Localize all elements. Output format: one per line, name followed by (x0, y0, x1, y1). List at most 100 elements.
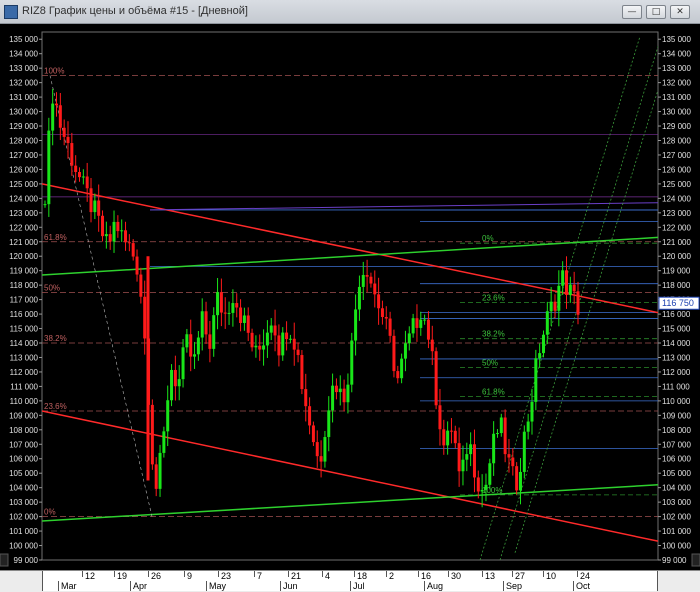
y-tick-label-left: 101 000 (9, 527, 38, 536)
time-label-month: Apr (133, 581, 148, 591)
candle-up (492, 433, 496, 464)
y-tick-label-right: 99 000 (662, 556, 687, 565)
candle-down (85, 176, 89, 189)
candle-up (43, 204, 47, 206)
y-tick-label-right: 109 000 (662, 411, 691, 420)
candle-down (250, 332, 254, 348)
candle-down (150, 404, 154, 465)
candle-up (242, 315, 246, 323)
y-tick-label-right: 135 000 (662, 35, 691, 44)
y-tick-label-left: 119 000 (10, 267, 39, 276)
y-tick-label-right: 106 000 (662, 455, 691, 464)
candle-down (304, 389, 308, 407)
minimize-button[interactable]: — (622, 5, 642, 19)
time-label-day: 30 (451, 571, 462, 581)
y-tick-label-left: 110 000 (10, 397, 39, 406)
chart-frame[interactable]: 99 000 99 000 100 000 100 000 101 000 101 000… (0, 24, 700, 570)
candle-up (561, 270, 565, 286)
y-tick-label-left: 102 000 (9, 513, 38, 522)
candle-up (262, 345, 266, 350)
candle-down (572, 284, 576, 292)
time-axis-track: 12 19 26 9 23 7 21 4 18 2 16 30 13 27 10 24 Mar Apr May Jun… (42, 571, 658, 591)
candle-down (515, 466, 519, 491)
candle-up (338, 388, 342, 393)
y-tick-label-right: 111 000 (662, 382, 690, 391)
candle-down (388, 318, 392, 336)
candle-down (442, 429, 446, 446)
candle-up (346, 384, 350, 403)
y-tick-label-right: 100 000 (662, 542, 691, 551)
candle-up (327, 410, 331, 438)
plot-area (41, 31, 659, 561)
time-tick (254, 571, 255, 577)
time-label-day: 12 (85, 571, 96, 581)
candle-down (89, 188, 93, 213)
candle-up (522, 431, 526, 472)
candle-up (323, 437, 327, 462)
time-label-month: Sep (506, 581, 523, 591)
close-button[interactable]: ✕ (670, 5, 690, 19)
y-tick-label-right: 105 000 (662, 469, 691, 478)
candle-down (208, 334, 212, 349)
time-label-month: Jul (353, 581, 365, 591)
restore-button[interactable]: □ (646, 5, 666, 19)
candle-down (258, 345, 262, 350)
y-tick-label-right: 129 000 (662, 122, 691, 131)
candle-down (415, 318, 419, 328)
y-tick-label-left: 127 000 (9, 151, 38, 160)
candle-down (564, 270, 568, 295)
time-label-day: 27 (515, 571, 526, 581)
y-tick-label-right: 116 000 (662, 310, 691, 319)
scroll-right-button[interactable] (691, 553, 700, 567)
y-tick-label-right: 128 000 (662, 136, 691, 145)
time-label-month: Oct (576, 581, 591, 591)
y-tick-label-left: 117 000 (10, 296, 39, 305)
time-tick (82, 571, 83, 577)
y-tick-label-right: 108 000 (662, 426, 691, 435)
candle-up (104, 234, 108, 237)
y-tick-label-right: 120 000 (662, 252, 691, 261)
candle-up (177, 379, 181, 387)
y-tick-label-left: 112 000 (10, 368, 39, 377)
time-tick (218, 571, 219, 577)
y-tick-label-left: 116 000 (10, 310, 39, 319)
candle-up (538, 353, 542, 359)
y-tick-label-right: 131 000 (662, 93, 691, 102)
y-tick-label-right: 101 000 (662, 527, 691, 536)
scroll-left-button[interactable] (0, 553, 9, 567)
candle-up (446, 430, 450, 446)
candle-down (300, 355, 304, 390)
y-tick-label-right: 122 000 (662, 223, 691, 232)
y-tick-label-left: 133 000 (9, 64, 38, 73)
candle-down (396, 371, 400, 379)
time-tick (418, 571, 419, 577)
candle-down (139, 274, 143, 297)
time-label-day: 10 (546, 571, 557, 581)
y-tick-label-right: 134 000 (662, 50, 691, 59)
fib-level-label: 50% (44, 283, 60, 292)
y-tick-label-left: 134 000 (9, 50, 38, 59)
time-tick (148, 571, 149, 577)
time-label-month: Aug (427, 581, 444, 591)
candle-up (51, 103, 55, 131)
candle-down (62, 127, 66, 137)
candle-up (196, 337, 200, 355)
candle-down (219, 292, 223, 313)
time-label-month: May (209, 581, 227, 591)
candle-down (308, 406, 312, 426)
candle-down (434, 351, 438, 406)
y-tick-label-left: 118 000 (10, 281, 39, 290)
fib-right-label: 23.6% (482, 294, 505, 303)
candle-up (419, 319, 423, 328)
time-axis[interactable]: 12 19 26 9 23 7 21 4 18 2 16 30 13 27 10 24 Mar Apr May Jun… (0, 570, 700, 592)
candle-down (342, 388, 346, 403)
candle-down (108, 234, 112, 242)
y-tick-label-right: 102 000 (662, 513, 691, 522)
chart-app-icon (4, 5, 18, 19)
candle-down (576, 291, 580, 315)
price-chart[interactable]: 99 000 99 000 100 000 100 000 101 000 101 000… (0, 24, 700, 570)
candle-down (124, 230, 128, 243)
candle-down (97, 200, 101, 216)
time-month-tick (424, 581, 425, 591)
y-tick-label-right: 118 000 (662, 281, 691, 290)
